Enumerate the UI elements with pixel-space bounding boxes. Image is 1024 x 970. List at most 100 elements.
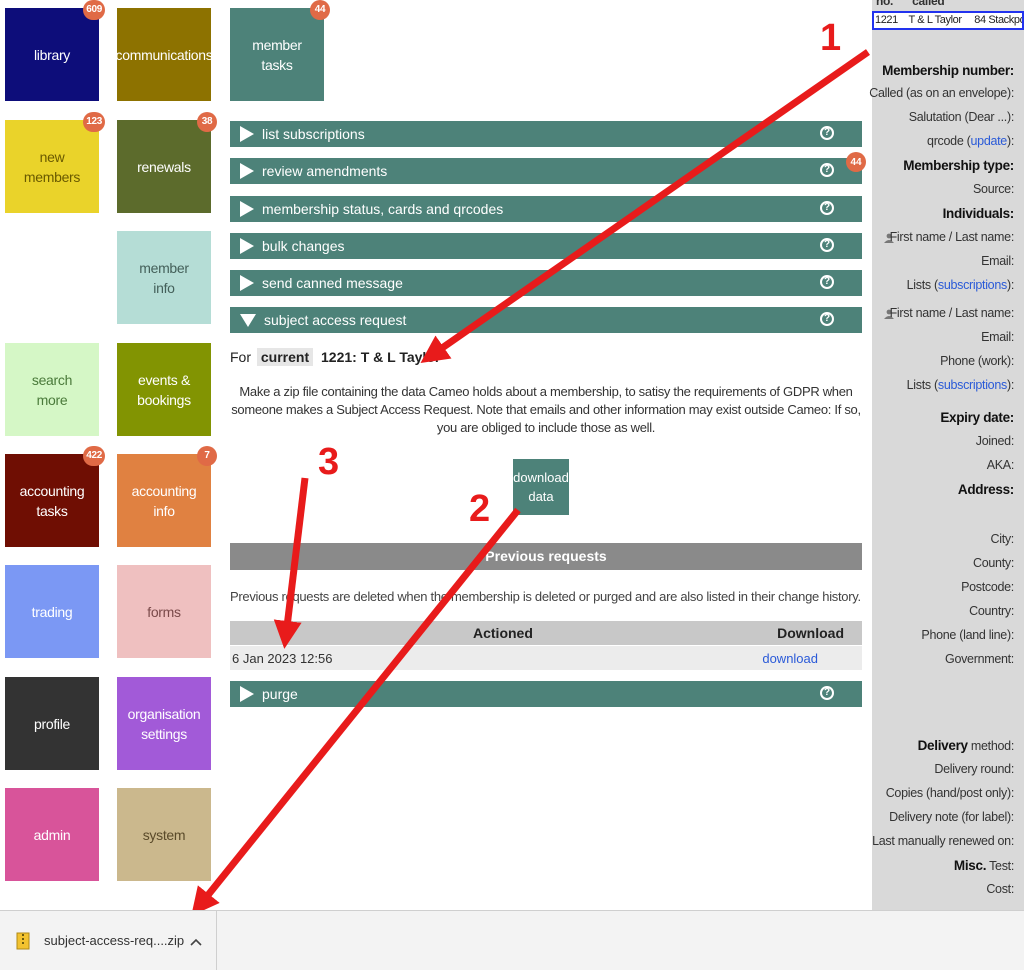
previous-requests-header: Previous requests [230,543,862,570]
field-label: Salutation (Dear ...): [909,110,1015,124]
table-row: 6 Jan 2023 12:56 download [230,646,862,670]
section-review-amendments[interactable]: review amendments? 44 [230,152,866,184]
zip-file-icon [16,932,30,950]
help-icon[interactable]: ? [820,126,834,140]
field-text: Phone (land line): [921,628,1014,642]
section-subject-access-request[interactable]: subject access request? [230,307,862,333]
tile-communications[interactable]: communications [116,8,213,101]
field-text: qrcode ( [927,134,971,148]
field-label: Phone (land line): [921,628,1014,642]
help-icon[interactable]: ? [820,686,834,700]
field-label: Email: [981,254,1014,268]
tile-label: more [36,391,68,408]
section-bulk-changes[interactable]: bulk changes? [230,233,862,259]
previous-requests-note: Previous requests are deleted when the m… [230,589,861,604]
row-called: T & L Taylor [908,14,962,26]
field-text: Delivery note (for label): [889,810,1014,824]
field-text: First name / Last name: [889,306,1015,320]
tile-admin[interactable]: admin [5,788,99,881]
help-icon[interactable]: ? [820,312,834,326]
tile-label: admin [33,826,71,843]
field-text: Called (as on an envelope): [869,86,1014,100]
tile-label: tasks [36,502,68,519]
help-icon[interactable]: ? [820,275,834,289]
tile-events-bookings[interactable]: events & bookings [117,343,211,436]
tile-member-info[interactable]: member info [117,231,211,324]
field-label: Last manually renewed on: [872,834,1014,848]
download-data-label-2: data [528,489,554,504]
purge-section[interactable]: purge ? [230,681,862,707]
sar-member-name: 1221: T & L Taylor [321,349,441,365]
sar-for-prefix: For [230,349,251,365]
field-text: City: [990,532,1014,546]
field-text: Postcode: [961,580,1014,594]
download-item[interactable]: subject-access-req....zip [0,911,217,970]
field-text: Country: [969,604,1014,618]
tile-label: organisation [127,705,201,722]
field-text: Source: [973,182,1014,196]
download-link[interactable]: download [762,651,818,666]
field-label: Expiry date: [940,410,1014,425]
tile-system[interactable]: system [117,788,211,881]
section-list-subscriptions[interactable]: list subscriptions? [230,121,862,147]
sar-for-line: For current 1221: T & L Taylor [230,348,441,366]
field-link[interactable]: subscriptions [938,278,1007,292]
field-text: First name / Last name: [889,230,1015,244]
chevron-up-icon[interactable] [190,938,202,946]
tile-accounting-info[interactable]: accounting info 7 [117,446,217,547]
section-label: subject access request [264,312,407,328]
field-text: AKA: [986,458,1015,472]
tile-badge: 609 [83,0,105,20]
tile-organisation-settings[interactable]: organisation settings [117,677,211,770]
member-tasks-badge: 44 [310,0,330,20]
field-label: Delivery note (for label): [889,810,1014,824]
help-icon[interactable]: ? [820,201,834,215]
expand-triangle-icon [240,686,254,702]
field-label: Lists (subscriptions): [906,378,1015,392]
help-icon[interactable]: ? [820,238,834,252]
help-icon[interactable]: ? [820,163,834,177]
tile-label: member [139,259,189,276]
field-text: Delivery round: [934,762,1014,776]
tile-profile[interactable]: profile [5,677,99,770]
tile-badge: 38 [197,112,217,132]
tile-trading[interactable]: trading [5,565,99,658]
section-label: list subscriptions [262,126,365,142]
selected-member-row[interactable]: 1221 T & L Taylor 84 Stackpool [872,11,1024,30]
tile-label: trading [31,603,73,620]
field-text: Phone (work): [940,354,1014,368]
field-label: AKA: [986,458,1015,472]
tile-label: search [31,371,73,388]
field-text: Lists ( [906,378,939,392]
tile-accounting-tasks[interactable]: accounting tasks 422 [5,446,105,547]
status-badge: current [256,348,314,366]
download-data-button[interactable]: download data [513,459,569,515]
field-text: Copies (hand/post only): [885,786,1015,800]
field-link[interactable]: subscriptions [938,378,1007,392]
field-text: Misc. [953,858,987,873]
tile-search-more[interactable]: search more [5,343,99,436]
section-send-canned-message[interactable]: send canned message? [230,270,862,296]
tile-label: new [39,148,65,165]
field-label: qrcode (update): [927,134,1014,148]
expand-triangle-icon [240,201,254,217]
tile-forms[interactable]: forms [117,565,211,658]
tile-renewals[interactable]: renewals 38 [117,112,217,213]
field-text: Email: [981,330,1014,344]
field-label: City: [990,532,1014,546]
section-label: send canned message [262,275,403,291]
field-label: Delivery method: [918,738,1015,753]
section-membership-status-cards-and-qrcodes[interactable]: membership status, cards and qrcodes? [230,196,862,222]
field-text: Email: [981,254,1014,268]
member-tasks-tile[interactable]: member tasks 44 [230,0,330,101]
tile-new-members[interactable]: new members 123 [5,112,105,213]
tile-library[interactable]: library 609 [5,0,105,101]
annotation-label-1: 1 [820,17,842,59]
field-label: Government: [945,652,1014,666]
download-data-label-1: download [513,470,569,485]
tile-badge: 123 [83,112,105,132]
field-text-after: Test: [986,859,1014,873]
field-link[interactable]: update [971,134,1008,148]
section-badge: 44 [846,152,866,172]
field-text-after: ): [1006,278,1014,292]
